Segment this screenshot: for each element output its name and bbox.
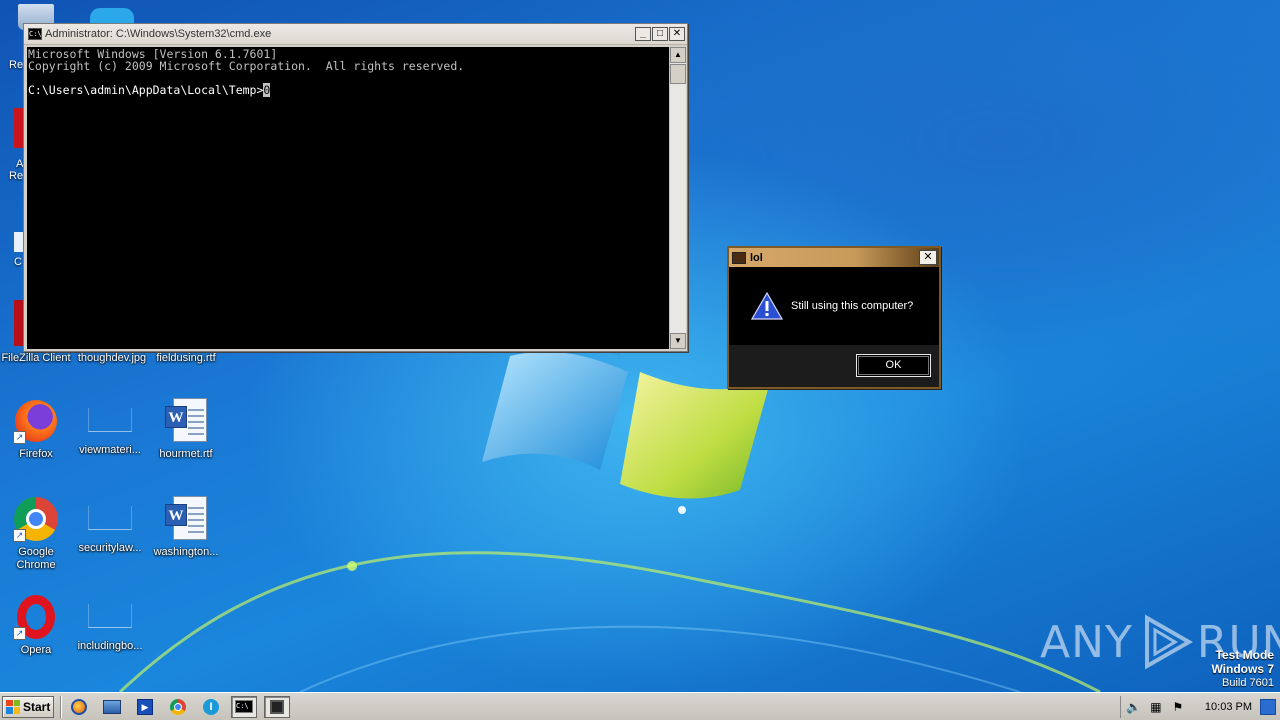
icon-label: Google Chrome (16, 546, 56, 571)
word-doc-icon: W (165, 496, 207, 542)
icon-label: includingbo... (77, 640, 143, 652)
message-box[interactable]: lol ✕ Still using this computer? OK (727, 246, 941, 389)
windows-flag-icon (6, 699, 20, 714)
shortcut-arrow-icon: ↗ (13, 431, 26, 444)
msgbox-title: lol (750, 251, 763, 264)
opera-icon: ↗ (13, 594, 59, 640)
msgbox-titlebar[interactable]: lol ✕ (729, 248, 939, 267)
show-desktop-icon[interactable] (1260, 698, 1276, 715)
desktop-icon-filezilla[interactable]: FileZilla Client (0, 352, 74, 365)
edge-label: Re (9, 59, 24, 71)
icon-label: washington... (153, 546, 219, 558)
watermark-brand-left: ANY (1040, 616, 1133, 668)
icon-label: securitylaw... (78, 542, 142, 554)
test-mode-label: Test Mode (1215, 648, 1274, 662)
msgbox-body: Still using this computer? (729, 267, 939, 345)
cmd-window[interactable]: C:\ Administrator: C:\Windows\System32\c… (23, 23, 688, 352)
icon-label: FileZilla Client (1, 352, 71, 364)
blank-file-icon (88, 506, 132, 530)
desktop-icon-hourmet[interactable]: W hourmet.rtf (148, 398, 224, 461)
os-label: Windows 7 (1211, 662, 1274, 676)
icon-label: fieldusing.rtf (156, 352, 216, 364)
explorer-icon[interactable] (99, 696, 125, 718)
console-typed-input[interactable]: 0 (263, 83, 271, 97)
console-output[interactable]: Microsoft Windows [Version 6.1.7601] Cop… (27, 47, 669, 349)
icon-label: hourmet.rtf (159, 448, 213, 460)
start-button[interactable]: Start (2, 695, 54, 718)
app-icon (732, 251, 746, 264)
console-prompt: C:\Users\admin\AppData\Local\Temp> (28, 83, 264, 97)
vertical-scrollbar[interactable]: ▲ ▼ (669, 47, 686, 349)
word-doc-icon: W (165, 398, 207, 444)
start-label: Start (23, 699, 51, 714)
blank-file-icon (88, 604, 132, 628)
taskbar-separator (60, 695, 62, 718)
desktop-icon-washington[interactable]: W washington... (148, 496, 224, 559)
scroll-thumb[interactable] (670, 64, 686, 84)
console-line-copyright: Copyright (c) 2009 Microsoft Corporation… (28, 59, 465, 73)
volume-icon[interactable]: 🔈 (1125, 699, 1143, 715)
warning-icon (751, 292, 783, 320)
app-icon[interactable] (264, 695, 290, 718)
ok-button[interactable]: OK (856, 354, 931, 377)
media-player-icon[interactable]: ▶ (132, 696, 158, 718)
desktop-icon-firefox[interactable]: ↗ Firefox (0, 398, 74, 461)
ie-icon[interactable] (66, 696, 92, 718)
shortcut-arrow-icon: ↗ (13, 529, 26, 542)
edge-label: C (14, 256, 22, 268)
edge-label: Re (9, 170, 24, 182)
blank-file-icon (88, 408, 132, 432)
minimize-button[interactable]: _ (635, 27, 651, 41)
cmd-title: Administrator: C:\Windows\System32\cmd.e… (45, 28, 272, 40)
msgbox-footer: OK (729, 345, 939, 387)
msgbox-close-button[interactable]: ✕ (919, 250, 937, 265)
icon-label: Opera (20, 644, 52, 656)
play-logo-icon (1144, 614, 1193, 670)
desktop-icon-includingbo[interactable]: includingbo... (72, 594, 148, 653)
shortcut-arrow-icon: ↗ (13, 627, 26, 640)
close-button[interactable]: ✕ (669, 27, 685, 41)
icon-label: Firefox (19, 448, 53, 460)
network-icon[interactable]: ▦ (1147, 699, 1165, 715)
cmd-titlebar[interactable]: C:\ Administrator: C:\Windows\System32\c… (24, 24, 687, 45)
system-tray: 🔈 ▦ ⚑ 10:03 PM (1119, 695, 1280, 718)
desktop-edge-labels: Re A Re C (0, 0, 134, 360)
msgbox-message: Still using this computer? (791, 300, 914, 312)
desktop-icon-opera[interactable]: ↗ Opera (0, 594, 74, 657)
desktop-icon-fieldusing[interactable]: fieldusing.rtf (148, 352, 224, 365)
icon-label: viewmateri... (79, 444, 141, 456)
icon-label: thoughdev.jpg (77, 352, 147, 364)
scroll-down-icon[interactable]: ▼ (670, 333, 686, 349)
taskbar: Start ▶ I C:\ 🔈 ▦ ⚑ 10:03 PM (0, 692, 1280, 720)
desktop-icon-thoughdev[interactable]: thoughdev.jpg (74, 352, 150, 365)
desktop-icon-chrome[interactable]: ↗ Google Chrome (0, 496, 74, 572)
test-mode-notice: Test Mode Windows 7 Build 7601 (1211, 648, 1274, 690)
desktop-icon-securitylaw[interactable]: securitylaw... (72, 496, 148, 555)
flag-icon[interactable]: ⚑ (1169, 699, 1187, 715)
maximize-button[interactable]: □ (652, 27, 668, 41)
firefox-icon: ↗ (13, 398, 59, 444)
clock[interactable]: 10:03 PM (1205, 701, 1252, 713)
skype-icon[interactable] (90, 8, 134, 24)
desktop-icon-viewmateri[interactable]: viewmateri... (72, 398, 148, 457)
cmd-icon: C:\ (28, 28, 42, 40)
chrome-icon: ↗ (13, 496, 59, 542)
build-label: Build 7601 (1222, 677, 1274, 689)
scroll-up-icon[interactable]: ▲ (670, 47, 686, 63)
cmd-icon[interactable]: C:\ (231, 695, 257, 718)
opera-icon[interactable]: I (198, 696, 224, 718)
chrome-icon[interactable] (165, 696, 191, 718)
